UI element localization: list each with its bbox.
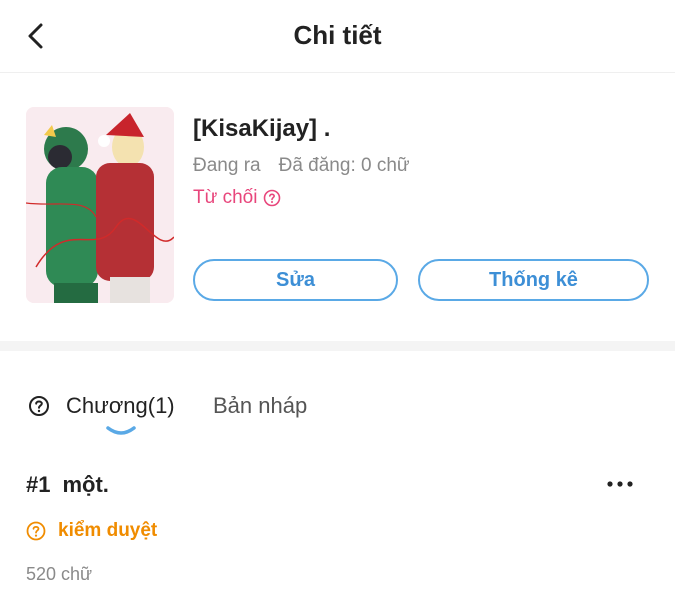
edit-button[interactable]: Sửa [193, 259, 398, 301]
chapter-list-item[interactable]: #1 một. kiểm duyệt 520 chữ [0, 458, 675, 600]
chapter-review-status: kiểm duyệt [26, 520, 157, 542]
statistics-button[interactable]: Thống kê [418, 259, 649, 301]
review-status[interactable]: Từ chối [193, 187, 281, 209]
question-circle-icon[interactable] [28, 395, 50, 417]
page-title: Chi tiết [293, 20, 382, 50]
book-cover-image[interactable] [26, 107, 174, 303]
tab-bar: Chương(1) Bản nháp [0, 381, 675, 441]
tab-chapters[interactable]: Chương(1) [66, 393, 175, 419]
review-status-label: Từ chối [193, 187, 258, 208]
question-circle-icon [26, 521, 46, 541]
book-card: [KisaKijay] . Đang ra Đã đăng: 0 chữ Từ c… [0, 73, 675, 341]
top-bar: Chi tiết [0, 0, 675, 73]
active-tab-indicator [106, 426, 136, 435]
section-divider [0, 341, 675, 351]
book-meta: Đang ra Đã đăng: 0 chữ [193, 155, 410, 177]
book-word-count: Đã đăng: 0 chữ [278, 155, 410, 176]
chapter-title: #1 một. [26, 472, 109, 498]
chapter-number: #1 [26, 472, 51, 497]
question-circle-icon [264, 189, 281, 207]
book-title: [KisaKijay] . [193, 115, 331, 142]
chapter-name: một. [62, 472, 109, 497]
tab-drafts[interactable]: Bản nháp [213, 393, 307, 419]
more-dots-icon[interactable] [604, 476, 636, 492]
chapter-status-label: kiểm duyệt [58, 520, 158, 541]
chapter-word-count: 520 chữ [26, 564, 93, 584]
book-status: Đang ra [193, 155, 261, 176]
